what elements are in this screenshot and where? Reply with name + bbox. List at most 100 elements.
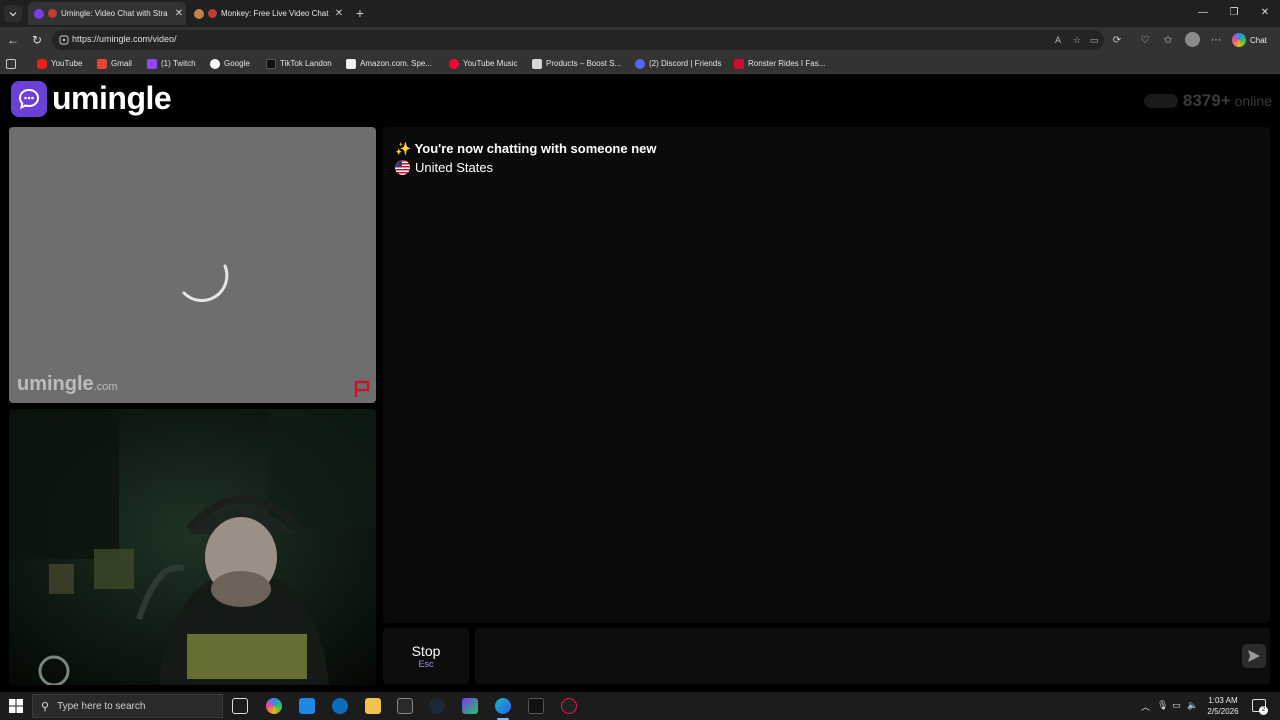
system-message: ✨ You're now chatting with someone new xyxy=(395,141,657,156)
bookmarks-bar: YouTube Gmail (1) Twitch Google TikTok L… xyxy=(0,53,1280,74)
steam-icon[interactable] xyxy=(429,698,445,714)
bookmark-discord[interactable]: (2) Discord | Friends xyxy=(635,57,721,70)
search-icon: ⚲ xyxy=(41,700,50,713)
gmail-icon xyxy=(97,58,107,69)
microsoft-store-icon[interactable] xyxy=(299,698,315,714)
logo-text: umingle xyxy=(52,80,172,116)
stop-shortcut-hint: Esc xyxy=(418,659,434,669)
stop-label: Stop xyxy=(411,643,441,659)
online-label: online xyxy=(1234,93,1272,109)
bookmark-twitch[interactable]: (1) Twitch xyxy=(147,57,196,70)
address-bar[interactable]: https://umingle.com/video/ A ☆ ▭ xyxy=(52,30,1104,50)
mods-app-icon[interactable] xyxy=(462,698,478,714)
windows-taskbar: ⚲ Type here to search ︿ 🎙 ▭ 🔈 1:03 AM 2/… xyxy=(0,692,1280,720)
site-info-icon[interactable] xyxy=(58,34,70,46)
outlook-icon[interactable] xyxy=(332,698,348,714)
ronster-icon xyxy=(734,58,744,69)
notifications-icon[interactable]: 2 xyxy=(1252,699,1268,715)
url-text: https://umingle.com/video/ xyxy=(72,34,177,44)
recorder-app-icon[interactable] xyxy=(561,698,577,714)
extensions-icon[interactable]: ⟳ xyxy=(1110,34,1124,48)
bookmarks-menu-icon[interactable] xyxy=(6,57,20,70)
bookmark-gmail[interactable]: Gmail xyxy=(97,57,132,70)
discord-icon xyxy=(635,58,645,69)
monkey-favicon-icon xyxy=(194,8,204,19)
volume-icon[interactable]: 🔈 xyxy=(1187,700,1198,711)
browser-essentials-icon[interactable]: ♡ xyxy=(1138,34,1152,48)
minimize-icon[interactable]: — xyxy=(1193,5,1213,21)
close-tab-icon[interactable]: ✕ xyxy=(172,8,186,19)
tab-title: Umingle: Video Chat with Stra xyxy=(61,9,168,18)
close-tab-icon[interactable]: ✕ xyxy=(332,8,346,19)
bookmark-amazon[interactable]: Amazon.com. Spe... xyxy=(346,57,432,70)
tab-actions-button[interactable] xyxy=(4,5,22,22)
document-icon xyxy=(532,58,542,69)
chat-log: ✨ You're now chatting with someone new U… xyxy=(383,127,1270,623)
stranger-country: United States xyxy=(395,160,493,175)
site-logo[interactable]: umingle xyxy=(11,80,172,117)
stop-button[interactable]: Stop Esc xyxy=(383,628,469,684)
bookmark-youtube-music[interactable]: YouTube Music xyxy=(449,57,518,70)
online-toggle[interactable] xyxy=(1143,94,1178,108)
file-explorer-icon[interactable] xyxy=(365,698,381,714)
umingle-page: umingle 8379+ online umingle.com ✨ You'r… xyxy=(0,76,1280,688)
send-button[interactable] xyxy=(1242,644,1266,668)
chat-bubble-icon xyxy=(11,80,47,117)
profile-avatar[interactable] xyxy=(1185,32,1200,47)
chevron-down-icon xyxy=(9,11,17,16)
copilot-chat-button[interactable]: Chat xyxy=(1232,31,1276,49)
tiktok-icon xyxy=(266,58,276,69)
network-icon[interactable]: ▭ xyxy=(1172,700,1181,711)
country-name: United States xyxy=(415,160,494,175)
online-count: 8379+ xyxy=(1182,91,1231,110)
video-watermark: umingle.com xyxy=(17,373,118,395)
us-flag-icon xyxy=(395,160,410,175)
notification-count: 2 xyxy=(1259,706,1268,715)
online-counter: 8379+ online xyxy=(1143,91,1272,111)
bookmark-tiktok[interactable]: TikTok Landon xyxy=(266,57,332,70)
tray-overflow-icon[interactable]: ︿ xyxy=(1141,700,1150,713)
copilot-label: Chat xyxy=(1250,35,1267,45)
read-aloud-icon[interactable]: A xyxy=(1052,34,1064,46)
refresh-icon[interactable]: ↻ xyxy=(29,32,45,48)
clock-date: 2/5/2026 xyxy=(1207,707,1239,716)
google-icon xyxy=(210,58,220,69)
umingle-favicon-icon xyxy=(34,8,44,19)
more-options-icon[interactable]: ⋯ xyxy=(1209,34,1223,48)
terminal-app-icon[interactable] xyxy=(528,698,544,714)
bookmark-ronster[interactable]: Ronster Rides I Fas... xyxy=(734,57,825,70)
edge-browser-icon[interactable] xyxy=(495,698,511,720)
favorite-star-icon[interactable]: ☆ xyxy=(1071,34,1083,46)
bookmark-youtube[interactable]: YouTube xyxy=(37,57,82,70)
split-screen-icon[interactable]: ▭ xyxy=(1088,34,1100,46)
favorites-icon[interactable]: ✩ xyxy=(1161,34,1175,48)
webcam-feed-image xyxy=(9,409,376,685)
self-camera-video xyxy=(9,409,376,685)
taskbar-clock[interactable]: 1:03 AM 2/5/2026 xyxy=(1203,695,1243,717)
bookmark-products[interactable]: Products – Boost S... xyxy=(532,57,621,70)
epic-games-icon[interactable] xyxy=(397,698,413,714)
tab-umingle[interactable]: Umingle: Video Chat with Stra ✕ xyxy=(28,2,186,25)
copilot-icon xyxy=(1232,33,1246,47)
report-flag-icon[interactable] xyxy=(353,380,371,398)
back-icon[interactable]: ← xyxy=(5,32,21,48)
twitch-icon xyxy=(147,58,157,69)
browser-toolbar: ← ↻ https://umingle.com/video/ A ☆ ▭ ⟳ ♡… xyxy=(0,27,1280,53)
recording-icon xyxy=(48,9,57,18)
taskbar-search-placeholder: Type here to search xyxy=(57,700,146,712)
microphone-icon[interactable]: 🎙 xyxy=(1157,700,1168,711)
windows-start-icon[interactable] xyxy=(9,699,23,713)
youtube-music-icon xyxy=(449,58,459,69)
task-view-icon[interactable] xyxy=(232,698,248,714)
taskbar-search[interactable]: ⚲ Type here to search xyxy=(32,694,223,718)
new-tab-button[interactable]: + xyxy=(352,5,368,21)
loading-spinner-icon xyxy=(182,264,229,303)
bookmark-google[interactable]: Google xyxy=(210,57,250,70)
close-window-icon[interactable]: ✕ xyxy=(1255,5,1275,21)
message-input[interactable] xyxy=(475,628,1270,684)
copilot-app-icon[interactable] xyxy=(266,698,282,714)
browser-tab-strip: Umingle: Video Chat with Stra ✕ Monkey: … xyxy=(0,0,1280,27)
youtube-icon xyxy=(37,58,47,69)
restore-icon[interactable]: ❐ xyxy=(1224,5,1244,21)
tab-monkey[interactable]: Monkey: Free Live Video Chat ✕ xyxy=(188,2,346,25)
